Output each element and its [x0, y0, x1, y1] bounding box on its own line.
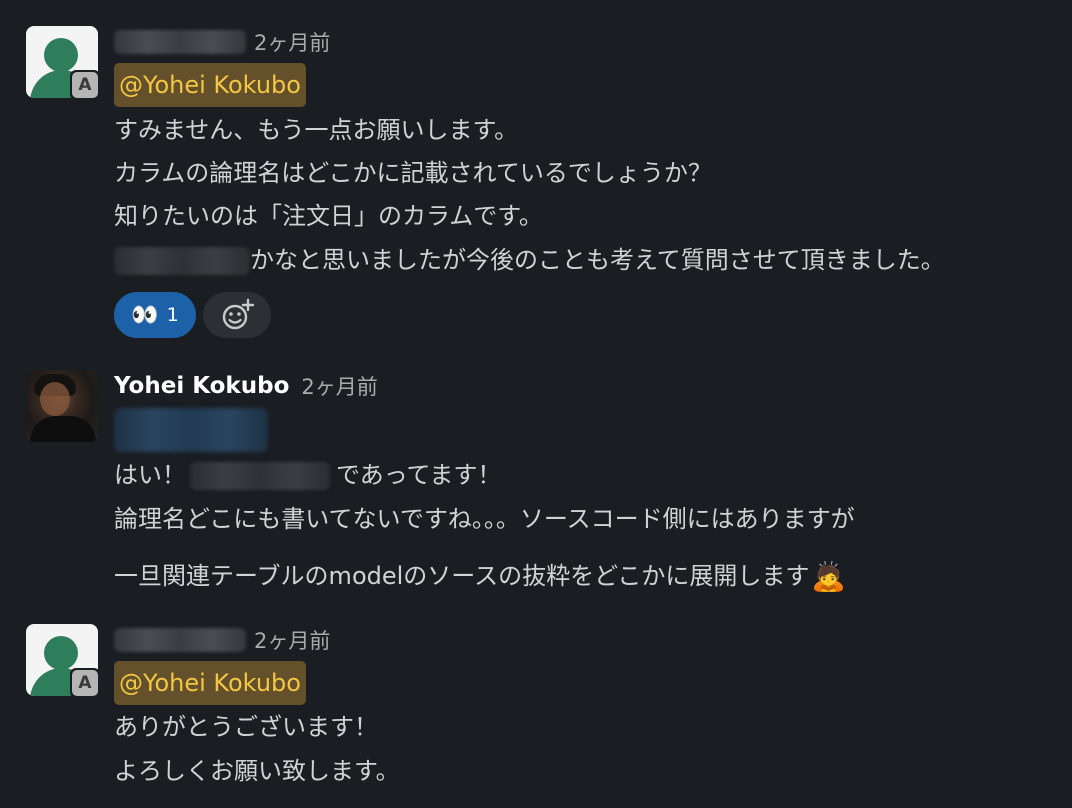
message-line: カラムの論理名はどこかに記載されているでしょうか？	[114, 159, 712, 187]
timestamp[interactable]: 2ヶ月前	[301, 371, 377, 401]
message-line: 論理名どこにも書いてないですね。。。ソースコード側にはありますが	[114, 505, 855, 533]
message-text: であってます！	[336, 461, 502, 489]
avatar-face-shape	[40, 382, 70, 416]
message-line: ありがとうございます！	[114, 713, 378, 741]
app-badge-label: A	[72, 72, 98, 98]
author-name[interactable]: Yohei Kokubo	[114, 373, 289, 399]
message-header: Yohei Kokubo 2ヶ月前	[114, 370, 378, 402]
redacted-author-name[interactable]	[114, 30, 246, 54]
redacted-text	[114, 247, 250, 275]
message-header: 2ヶ月前	[114, 26, 330, 58]
avatar-shirt-shape	[30, 416, 96, 442]
timestamp[interactable]: 2ヶ月前	[254, 27, 330, 57]
avatar-head-shape	[44, 38, 78, 72]
add-reaction-icon	[222, 298, 254, 330]
user-mention[interactable]: @Yohei Kokubo	[114, 63, 306, 107]
redacted-text	[190, 462, 330, 490]
message-line: よろしくお願い致します。	[114, 757, 400, 785]
add-reaction-button[interactable]	[203, 292, 271, 338]
timestamp[interactable]: 2ヶ月前	[254, 625, 330, 655]
avatar-head-shape	[44, 636, 78, 670]
message-text: はい！	[114, 461, 186, 489]
app-badge: A	[70, 668, 100, 698]
bowing-person-icon: 🙇	[811, 560, 847, 593]
reaction-eyes[interactable]: 👀 1	[114, 292, 196, 338]
message-line: かなと思いましたが今後のことも考えて質問させて頂きました。	[114, 243, 945, 277]
reaction-count: 1	[166, 304, 179, 326]
message-header: 2ヶ月前	[114, 624, 330, 656]
message-line: はい！ であってます！	[114, 458, 501, 492]
message-line: 知りたいのは「注文日」のカラムです。	[114, 202, 543, 230]
profile-photo-avatar[interactable]	[26, 370, 98, 442]
message-line: すみません、もう一点お願いします。	[114, 116, 519, 144]
message-text: かなと思いましたが今後のことも考えて質問させて頂きました。	[250, 246, 945, 274]
message-line: 一旦関連テーブルのmodelのソースの抜粋をどこかに展開します🙇	[114, 559, 846, 594]
eyes-icon: 👀	[131, 302, 159, 328]
redacted-mention[interactable]	[114, 408, 268, 452]
app-badge: A	[70, 70, 100, 100]
app-badge-label: A	[72, 670, 98, 696]
user-mention[interactable]: @Yohei Kokubo	[114, 661, 306, 705]
message-text: 一旦関連テーブルのmodelのソースの抜粋をどこかに展開します	[114, 562, 810, 590]
redacted-author-name[interactable]	[114, 628, 246, 652]
